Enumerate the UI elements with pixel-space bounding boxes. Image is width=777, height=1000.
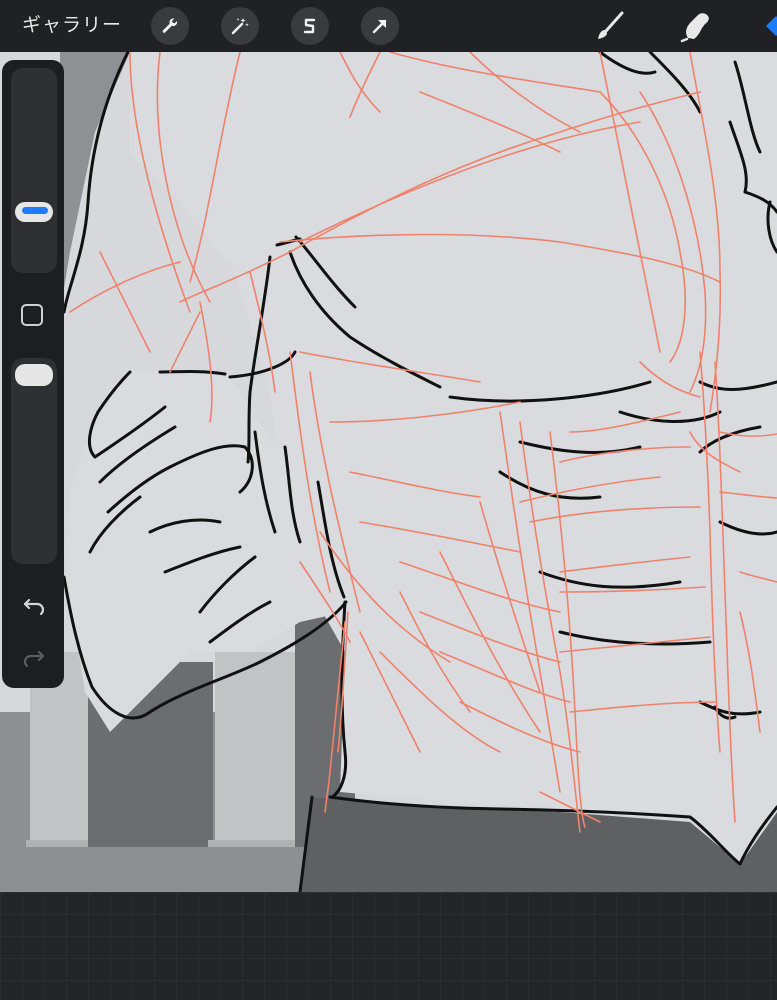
drawing-canvas[interactable]	[0, 52, 777, 892]
artwork	[0, 52, 777, 892]
wrench-icon	[162, 18, 178, 33]
undo-button[interactable]	[21, 592, 47, 618]
brush-opacity-thumb[interactable]	[15, 364, 53, 386]
brush-size-slider[interactable]	[11, 68, 57, 273]
undo-icon	[23, 598, 45, 616]
smudge-tool-button[interactable]	[678, 8, 714, 44]
redo-button[interactable]	[21, 644, 47, 670]
left-sidebar	[2, 60, 64, 688]
brush-size-thumb[interactable]	[15, 202, 53, 222]
redo-icon	[23, 650, 45, 668]
transform-button[interactable]	[361, 7, 399, 45]
modify-button[interactable]	[21, 304, 43, 326]
adjustments-button[interactable]	[221, 7, 259, 45]
canvas-background-area	[0, 892, 777, 1000]
gallery-button[interactable]: ギャラリー	[22, 13, 122, 37]
top-toolbar: ギャラリー	[0, 0, 777, 52]
selection-button[interactable]	[291, 7, 329, 45]
brush-size-indicator	[22, 207, 48, 214]
brush-tool-button[interactable]	[592, 8, 628, 44]
magic-wand-icon	[231, 18, 249, 35]
procreate-app: ギャラリー	[0, 0, 777, 1000]
actions-button[interactable]	[151, 7, 189, 45]
brush-opacity-slider[interactable]	[11, 358, 57, 564]
selection-s-icon	[303, 18, 316, 34]
eraser-icon	[766, 16, 777, 36]
brush-icon	[598, 11, 624, 39]
smudge-icon	[680, 13, 709, 43]
transform-arrow-icon	[372, 19, 387, 34]
eraser-tool-button[interactable]	[760, 8, 777, 44]
